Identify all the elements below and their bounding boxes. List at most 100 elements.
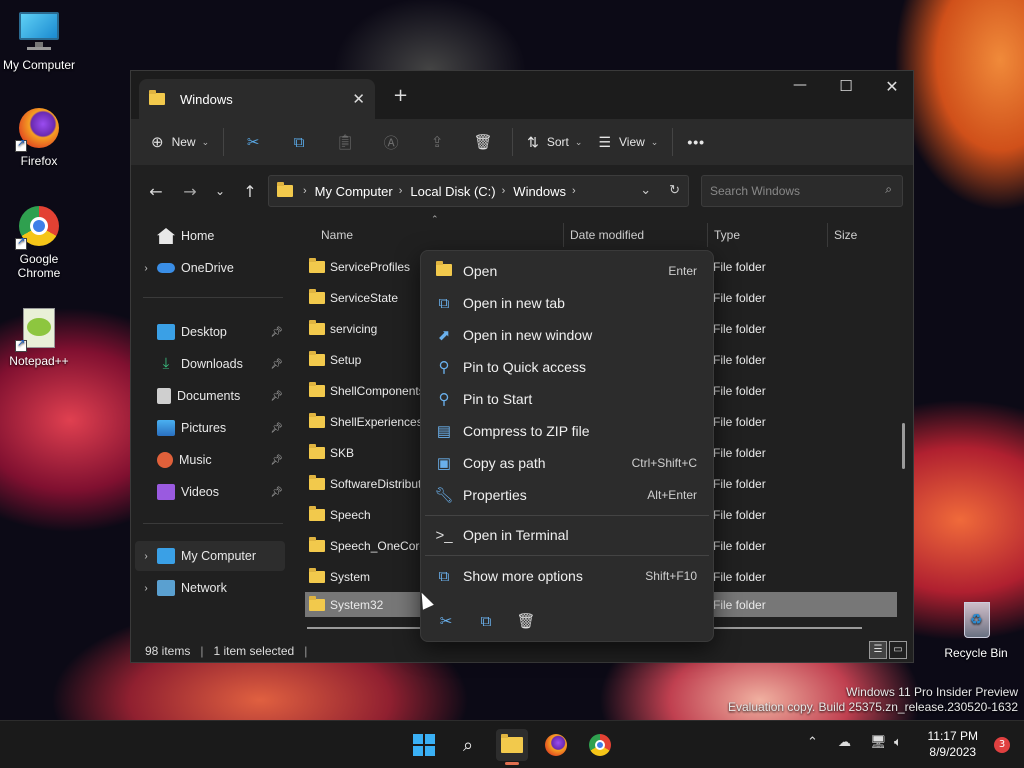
sidebar-item-label: Music xyxy=(179,453,212,467)
breadcrumb-windows[interactable]: Windows xyxy=(513,184,566,199)
sidebar-item-network[interactable]: › Network xyxy=(135,573,285,603)
folder-icon xyxy=(309,567,325,583)
pin-icon[interactable]: 📌︎ xyxy=(270,391,283,402)
speaker-icon[interactable]: 🔈︎ xyxy=(894,735,902,750)
row-name: ShellComponents xyxy=(330,383,425,398)
delete-icon[interactable]: 🗑︎ xyxy=(467,126,499,158)
clock[interactable]: 11:17 PM 8/9/2023 xyxy=(928,728,978,760)
desktop-icon-recycle-bin[interactable]: ♻ Recycle Bin xyxy=(944,598,1008,660)
sidebar-item-home[interactable]: Home xyxy=(135,221,285,251)
sidebar-item-videos[interactable]: Videos 📌︎ xyxy=(135,477,285,507)
copy-icon[interactable]: ⧉ xyxy=(283,126,315,158)
column-header-type[interactable]: Type xyxy=(707,223,825,247)
sort-button[interactable]: ⇅ Sort ⌄ xyxy=(519,126,590,158)
menu-item-pin-quick-access[interactable]: ⚲ Pin to Quick access xyxy=(425,351,709,383)
desktop-icon-label: Google Chrome xyxy=(17,252,61,280)
breadcrumb-my-computer[interactable]: My Computer xyxy=(315,184,393,199)
menu-item-compress-zip[interactable]: ▤ Compress to ZIP file xyxy=(425,415,709,447)
up-arrow-icon[interactable]: ↑ xyxy=(235,182,265,201)
refresh-icon[interactable]: ↻ xyxy=(669,182,680,198)
firefox-taskbar-icon[interactable] xyxy=(540,729,572,761)
details-view-icon[interactable]: ☰ xyxy=(869,641,887,659)
menu-item-shortcut: Ctrl+Shift+C xyxy=(631,456,697,470)
close-tab-icon[interactable]: ✕ xyxy=(352,90,365,108)
address-bar[interactable]: › My Computer › Local Disk (C:) › Window… xyxy=(268,175,689,207)
desktop-icon-notepadpp[interactable]: Notepad++ xyxy=(1,306,77,368)
network-off-icon[interactable]: ☁︎ xyxy=(838,735,851,750)
chevron-right-icon[interactable]: › xyxy=(135,583,157,594)
context-menu: Open Enter ⧉ Open in new tab ⬈ Open in n… xyxy=(420,250,714,642)
pin-icon[interactable]: 📌︎ xyxy=(270,455,283,466)
address-dropdown-icon[interactable]: ⌄ xyxy=(640,182,651,198)
row-type: File folder xyxy=(713,259,766,274)
start-button[interactable] xyxy=(408,729,440,761)
sidebar-item-my-computer[interactable]: › My Computer xyxy=(135,541,285,571)
menu-item-open-new-window[interactable]: ⬈ Open in new window xyxy=(425,319,709,351)
recent-locations-icon[interactable]: ⌄ xyxy=(205,184,235,198)
breadcrumb-local-disk[interactable]: Local Disk (C:) xyxy=(410,184,495,199)
search-input[interactable] xyxy=(710,184,870,198)
menu-item-open-terminal[interactable]: >_ Open in Terminal xyxy=(425,519,709,551)
column-header-date[interactable]: Date modified xyxy=(563,223,705,247)
search-taskbar-icon[interactable]: ⌕ xyxy=(452,729,484,761)
more-options-button[interactable]: ••• xyxy=(679,126,713,158)
pin-icon[interactable]: 📌︎ xyxy=(270,327,283,338)
monitor-icon xyxy=(17,10,61,54)
sidebar-item-music[interactable]: Music 📌︎ xyxy=(135,445,285,475)
pin-icon: ⚲ xyxy=(438,359,450,376)
file-explorer-taskbar-icon[interactable] xyxy=(496,729,528,765)
sidebar-item-downloads[interactable]: ⤓ Downloads 📌︎ xyxy=(135,349,285,379)
row-name: ServiceProfiles xyxy=(330,259,411,274)
sidebar-item-pictures[interactable]: Pictures 📌︎ xyxy=(135,413,285,443)
new-tab-button[interactable]: + xyxy=(393,85,408,106)
rename-icon[interactable]: Ⓐ xyxy=(375,126,407,158)
desktop-icon-chrome[interactable]: Google Chrome xyxy=(1,204,77,280)
pin-icon[interactable]: 📌︎ xyxy=(270,423,283,434)
sidebar-item-label: Network xyxy=(181,581,227,595)
monitor-network-icon[interactable]: 🖥︎ xyxy=(870,735,887,750)
menu-item-show-more-options[interactable]: ⧉ Show more options Shift+F10 xyxy=(425,560,709,592)
new-button[interactable]: ⊕ New ⌄ xyxy=(143,126,217,158)
tab-windows[interactable]: Windows ✕ xyxy=(139,79,375,119)
chevron-up-icon[interactable]: ⌃ xyxy=(807,735,818,750)
desktop-icon-firefox[interactable]: Firefox xyxy=(1,106,77,168)
column-header-name[interactable]: Name xyxy=(315,223,561,247)
sidebar-item-documents[interactable]: Documents 📌︎ xyxy=(135,381,285,411)
share-icon[interactable]: ⇪ xyxy=(421,126,453,158)
chevron-right-icon[interactable]: › xyxy=(135,263,157,274)
maximize-button[interactable]: ☐ xyxy=(823,77,869,95)
zip-icon: ▤ xyxy=(436,423,452,440)
desktop-icon-my-computer[interactable]: My Computer xyxy=(1,10,77,72)
close-window-button[interactable]: ✕ xyxy=(869,77,915,96)
delete-icon[interactable]: 🗑︎ xyxy=(511,607,541,635)
forward-arrow-icon[interactable]: → xyxy=(175,182,205,201)
menu-item-pin-start[interactable]: ⚲ Pin to Start xyxy=(425,383,709,415)
minimize-button[interactable]: — xyxy=(777,77,823,93)
cut-icon[interactable]: ✂ xyxy=(237,126,269,158)
vertical-scrollbar[interactable] xyxy=(902,423,905,469)
document-icon xyxy=(157,388,171,404)
tiles-view-icon[interactable]: ▭ xyxy=(889,641,907,659)
row-name: System32 xyxy=(330,597,384,612)
computer-icon xyxy=(157,548,175,564)
menu-item-copy-path[interactable]: ▣ Copy as path Ctrl+Shift+C xyxy=(425,447,709,479)
sidebar-item-desktop[interactable]: Desktop 📌︎ xyxy=(135,317,285,347)
search-box[interactable]: ⌕ xyxy=(701,175,903,207)
pin-icon[interactable]: 📌︎ xyxy=(270,359,283,370)
notification-badge[interactable]: 3 xyxy=(994,737,1010,753)
chrome-taskbar-icon[interactable] xyxy=(584,729,616,761)
pin-icon[interactable]: 📌︎ xyxy=(270,487,283,498)
view-button[interactable]: ☰ View ⌄ xyxy=(590,126,666,158)
menu-item-open-new-tab[interactable]: ⧉ Open in new tab xyxy=(425,287,709,319)
back-arrow-icon[interactable]: ← xyxy=(141,182,171,201)
paste-icon[interactable]: 📋︎ xyxy=(329,126,361,158)
sidebar-item-onedrive[interactable]: › OneDrive xyxy=(135,253,285,283)
menu-item-open[interactable]: Open Enter xyxy=(425,255,709,287)
row-type: File folder xyxy=(713,352,766,367)
chevron-right-icon[interactable]: › xyxy=(135,551,157,562)
column-header-size[interactable]: Size xyxy=(827,223,907,247)
cut-icon[interactable]: ✂ xyxy=(431,607,461,635)
menu-item-properties[interactable]: 🔧︎ Properties Alt+Enter xyxy=(425,479,709,511)
copy-icon[interactable]: ⧉ xyxy=(471,607,501,635)
tab-title: Windows xyxy=(180,91,233,107)
